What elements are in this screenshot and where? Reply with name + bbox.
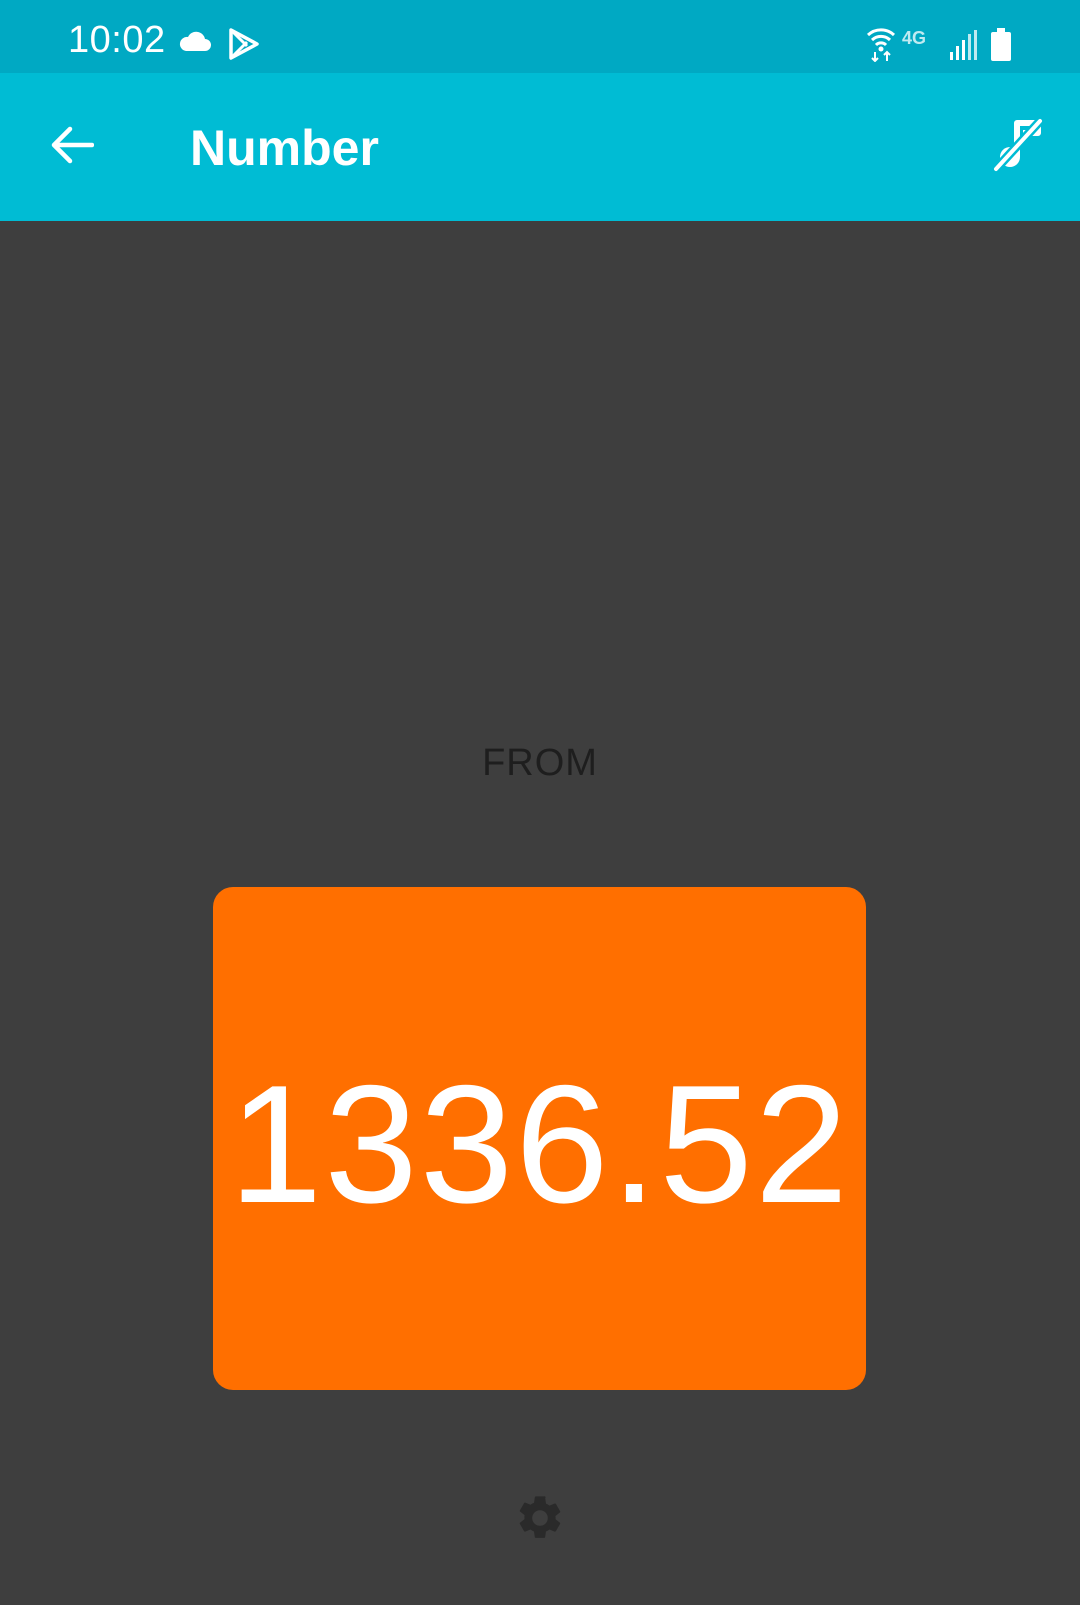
back-button[interactable]	[44, 119, 100, 175]
signal-icon	[948, 28, 978, 67]
gear-icon	[514, 1492, 566, 1549]
status-bar: 10:02 4G	[0, 0, 1080, 73]
play-store-icon	[229, 28, 259, 65]
app-bar: Number	[0, 73, 1080, 221]
status-time: 10:02	[68, 19, 166, 61]
settings-button[interactable]	[512, 1492, 568, 1548]
from-label: FROM	[482, 742, 598, 784]
number-value: 1336.52	[228, 1049, 851, 1238]
screen: 10:02 4G Number FROM 1336.52	[0, 0, 1080, 1605]
music-off-icon	[992, 117, 1044, 178]
arrow-left-icon	[50, 125, 95, 170]
number-card[interactable]: 1336.52	[213, 887, 866, 1390]
page-title: Number	[190, 120, 379, 176]
cloud-icon	[178, 30, 212, 57]
sound-toggle-button[interactable]	[988, 117, 1048, 177]
battery-icon	[990, 28, 1012, 67]
wifi-icon	[866, 26, 896, 67]
lte-icon: 4G	[902, 28, 927, 48]
